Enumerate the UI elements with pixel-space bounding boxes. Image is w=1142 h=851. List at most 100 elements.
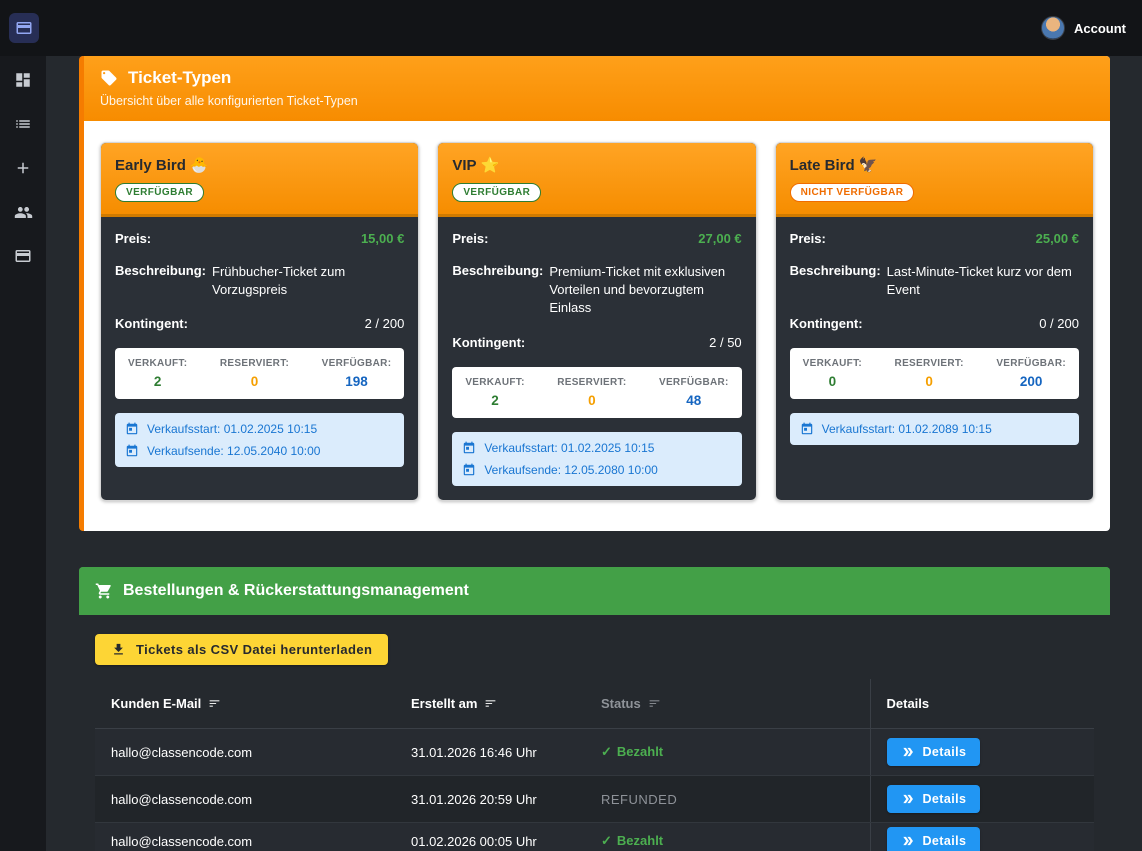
- available-label: VERFÜGBAR:: [322, 358, 392, 369]
- sort-icon: [648, 697, 661, 710]
- sale-dates-box: Verkaufsstart: 01.02.2025 10:15 Verkaufs…: [452, 432, 741, 486]
- credit-card-logo-icon: [15, 19, 33, 37]
- order-created: 01.02.2026 00:05 Uhr: [395, 823, 585, 851]
- csv-download-label: Tickets als CSV Datei herunterladen: [136, 642, 372, 657]
- col-header-details: Details: [870, 679, 1094, 729]
- sale-start-date: Verkaufsstart: 01.02.2025 10:15: [147, 422, 317, 436]
- ticket-card-vip: VIP⭐ VERFÜGBAR Preis: 27,00 € Beschreibu…: [437, 142, 756, 501]
- users-icon: [14, 203, 33, 222]
- double-arrow-icon: [901, 834, 915, 848]
- description-value: Frühbucher-Ticket zum Vorzugspreis: [212, 263, 404, 299]
- available-label: VERFÜGBAR:: [996, 358, 1066, 369]
- payments-icon: [14, 247, 32, 265]
- check-icon: ✓: [601, 833, 612, 848]
- table-header-row: Kunden E-Mail Erstellt am Status Details: [95, 679, 1094, 729]
- quota-label: Kontingent:: [115, 316, 188, 331]
- details-button[interactable]: Details: [887, 785, 981, 813]
- order-row: hallo@classencode.com 01.02.2026 00:05 U…: [95, 823, 1094, 851]
- orders-section: Bestellungen & Rückerstattungsmanagement…: [79, 567, 1110, 851]
- cart-icon: [95, 582, 113, 600]
- stats-box: VERKAUFT: 0 RESERVIERT: 0 VERFÜGBAR: 200: [790, 348, 1079, 399]
- ticket-card-header: VIP⭐ VERFÜGBAR: [438, 143, 755, 217]
- sidebar-item-add[interactable]: [8, 158, 38, 178]
- order-email: hallo@classencode.com: [95, 729, 395, 776]
- dashboard-icon: [14, 71, 32, 89]
- col-header-created[interactable]: Erstellt am: [395, 679, 585, 729]
- ticket-card-header: Early Bird🐣 VERFÜGBAR: [101, 143, 418, 217]
- order-status: REFUNDED: [585, 776, 870, 823]
- details-button[interactable]: Details: [887, 827, 981, 851]
- chick-emoji-icon: 🐣: [190, 157, 209, 174]
- tag-icon: [100, 69, 118, 87]
- ticket-types-subtitle: Übersicht über alle konfigurierten Ticke…: [100, 94, 1094, 108]
- calendar-icon: [462, 463, 476, 477]
- price-label: Preis:: [452, 231, 488, 246]
- description-label: Beschreibung:: [790, 263, 881, 278]
- orders-body: Tickets als CSV Datei herunterladen Kund…: [79, 615, 1110, 851]
- reserved-value: 0: [220, 374, 289, 389]
- calendar-icon: [462, 441, 476, 455]
- list-icon: [14, 115, 32, 133]
- sidebar: [0, 56, 46, 851]
- sold-value: 0: [803, 374, 862, 389]
- quota-value: 0 / 200: [1039, 316, 1079, 331]
- stats-box: VERKAUFT: 2 RESERVIERT: 0 VERFÜGBAR: 48: [452, 367, 741, 418]
- reserved-label: RESERVIERT:: [557, 377, 626, 388]
- sidebar-item-list[interactable]: [8, 114, 38, 134]
- sidebar-item-payments[interactable]: [8, 246, 38, 266]
- ticket-title: Late Bird: [790, 157, 855, 174]
- sale-dates-box: Verkaufsstart: 01.02.2089 10:15: [790, 413, 1079, 445]
- app-logo[interactable]: [9, 13, 39, 43]
- order-status: ✓Bezahlt: [585, 729, 870, 776]
- description-label: Beschreibung:: [115, 263, 206, 278]
- availability-badge: VERFÜGBAR: [452, 183, 541, 202]
- details-button[interactable]: Details: [887, 738, 981, 766]
- quota-label: Kontingent:: [452, 335, 525, 350]
- price-label: Preis:: [790, 231, 826, 246]
- orders-header: Bestellungen & Rückerstattungsmanagement: [79, 567, 1110, 615]
- double-arrow-icon: [901, 792, 915, 806]
- orders-title: Bestellungen & Rückerstattungsmanagement: [123, 582, 469, 600]
- available-value: 198: [322, 374, 392, 389]
- sidebar-item-users[interactable]: [8, 202, 38, 222]
- ticket-types-title: Ticket-Typen: [128, 68, 231, 88]
- account-menu[interactable]: Account: [1041, 16, 1126, 40]
- ticket-card-header: Late Bird🦅 NICHT VERFÜGBAR: [776, 143, 1093, 217]
- sale-dates-box: Verkaufsstart: 01.02.2025 10:15 Verkaufs…: [115, 413, 404, 467]
- price-value: 27,00 €: [698, 231, 741, 246]
- ticket-card-body: Preis: 15,00 € Beschreibung: Frühbucher-…: [101, 217, 418, 500]
- calendar-icon: [800, 422, 814, 436]
- price-value: 15,00 €: [361, 231, 404, 246]
- ticket-card-body: Preis: 27,00 € Beschreibung: Premium-Tic…: [438, 217, 755, 500]
- sort-icon: [208, 697, 221, 710]
- plus-icon: [14, 159, 32, 177]
- reserved-label: RESERVIERT:: [220, 358, 289, 369]
- calendar-icon: [125, 422, 139, 436]
- order-status: ✓Bezahlt: [585, 823, 870, 851]
- ticket-title: Early Bird: [115, 157, 186, 174]
- topbar: Account: [0, 0, 1142, 56]
- description-value: Last-Minute-Ticket kurz vor dem Event: [887, 263, 1079, 299]
- price-label: Preis:: [115, 231, 151, 246]
- sale-start-date: Verkaufsstart: 01.02.2025 10:15: [484, 441, 654, 455]
- sold-label: VERKAUFT:: [128, 358, 187, 369]
- col-header-status[interactable]: Status: [585, 679, 870, 729]
- main-content: Ticket-Typen Übersicht über alle konfigu…: [46, 0, 1142, 851]
- ticket-card-early-bird: Early Bird🐣 VERFÜGBAR Preis: 15,00 € Bes…: [100, 142, 419, 501]
- col-header-email[interactable]: Kunden E-Mail: [95, 679, 395, 729]
- stats-box: VERKAUFT: 2 RESERVIERT: 0 VERFÜGBAR: 198: [115, 348, 404, 399]
- download-icon: [111, 642, 126, 657]
- sold-label: VERKAUFT:: [803, 358, 862, 369]
- csv-download-button[interactable]: Tickets als CSV Datei herunterladen: [95, 634, 388, 665]
- reserved-value: 0: [557, 393, 626, 408]
- available-value: 200: [996, 374, 1066, 389]
- avatar: [1041, 16, 1065, 40]
- available-value: 48: [659, 393, 729, 408]
- ticket-cards-row: Early Bird🐣 VERFÜGBAR Preis: 15,00 € Bes…: [84, 121, 1110, 531]
- sold-value: 2: [465, 393, 524, 408]
- check-icon: ✓: [601, 744, 612, 759]
- availability-badge: NICHT VERFÜGBAR: [790, 183, 915, 202]
- sort-icon: [484, 697, 497, 710]
- calendar-icon: [125, 444, 139, 458]
- sidebar-item-dashboard[interactable]: [8, 70, 38, 90]
